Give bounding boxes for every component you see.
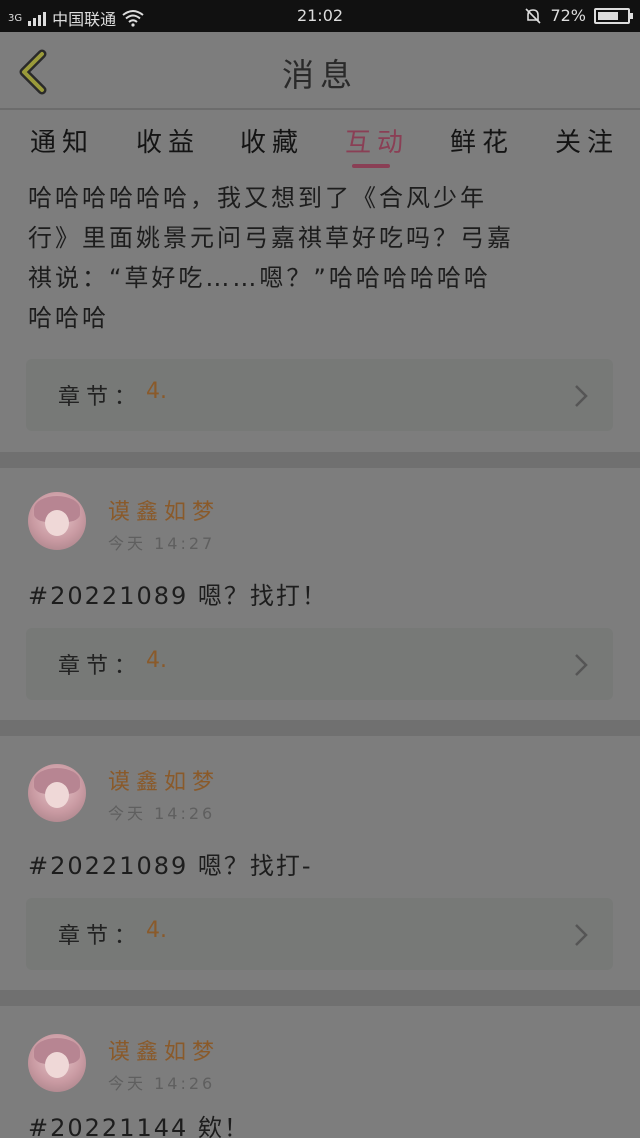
divider <box>0 990 640 1006</box>
chapter-value: 4. <box>146 379 167 404</box>
chevron-right-icon <box>575 924 588 946</box>
avatar[interactable] <box>28 492 86 550</box>
message-time: 今天 14:26 <box>108 1074 216 1093</box>
avatar[interactable] <box>28 1034 86 1092</box>
tab-earnings[interactable]: 收益 <box>136 122 200 159</box>
screen: 3G 中国联通 21:02 72% 消息 通知 收益 收藏 互动 鲜花 关注 哈… <box>0 0 640 1138</box>
status-bar: 3G 中国联通 21:02 72% <box>0 0 640 32</box>
divider <box>0 720 640 736</box>
tab-bar: 通知 收益 收藏 互动 鲜花 关注 <box>0 112 640 170</box>
battery-icon <box>594 7 633 24</box>
page-title: 消息 <box>281 56 358 94</box>
header: 消息 <box>0 32 640 110</box>
message-text: #20221144 欸！ <box>28 1114 250 1138</box>
chevron-right-icon <box>575 654 588 676</box>
active-tab-indicator <box>352 164 390 168</box>
chapter-value: 4. <box>146 918 167 943</box>
tab-notifications[interactable]: 通知 <box>30 122 94 159</box>
chapter-link[interactable]: 章节： 4. <box>26 628 613 700</box>
user-name[interactable]: 谟鑫如梦 <box>108 764 220 796</box>
chapter-label: 章节： <box>58 924 143 949</box>
avatar[interactable] <box>28 764 86 822</box>
user-name[interactable]: 谟鑫如梦 <box>108 1034 220 1066</box>
message-time: 今天 14:26 <box>108 804 216 823</box>
chapter-link[interactable]: 章节： 4. <box>26 359 613 431</box>
battery-percent: 72% <box>550 6 586 25</box>
bell-muted-icon <box>525 7 542 24</box>
chapter-value: 4. <box>146 648 167 673</box>
tab-interactions[interactable]: 互动 <box>345 122 409 159</box>
tab-flowers[interactable]: 鲜花 <box>450 122 514 159</box>
message-text: #20221089 嗯？找打！ <box>28 582 328 610</box>
message-text: 哈哈哈哈哈哈，我又想到了《合风少年 行》里面姚景元问弓嘉祺草好吃吗？弓嘉 祺说：… <box>28 178 618 338</box>
message-time: 今天 14:27 <box>108 534 216 553</box>
chevron-right-icon <box>575 385 588 407</box>
divider <box>0 452 640 468</box>
message-text-line: 祺说：“草好吃……嗯？”哈哈哈哈哈哈 <box>28 264 491 292</box>
tab-following[interactable]: 关注 <box>555 122 619 159</box>
message-text-line: 哈哈哈 <box>28 304 109 332</box>
chapter-label: 章节： <box>58 385 143 410</box>
status-right: 72% <box>524 6 633 25</box>
message-text-line: 哈哈哈哈哈哈，我又想到了《合风少年 <box>28 184 487 212</box>
message-text-line: 行》里面姚景元问弓嘉祺草好吃吗？弓嘉 <box>28 224 514 252</box>
tab-favorites[interactable]: 收藏 <box>240 122 304 159</box>
user-name[interactable]: 谟鑫如梦 <box>108 494 220 526</box>
message-text: #20221089 嗯？找打- <box>28 852 313 880</box>
chapter-link[interactable]: 章节： 4. <box>26 898 613 970</box>
chapter-label: 章节： <box>58 654 143 679</box>
